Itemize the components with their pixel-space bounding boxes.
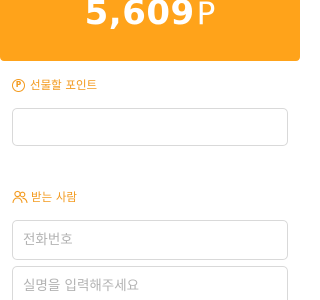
gift-points-label: P 선물할 포인트 [12,77,97,93]
points-balance: 5,609P [0,0,300,39]
gift-points-label-text: 선물할 포인트 [30,78,98,92]
points-balance-unit: P [196,0,216,32]
gift-points-page: 5,609P P 선물할 포인트 받는 사람 [0,0,300,300]
points-balance-number: 5,609 [84,0,195,33]
gift-points-input[interactable] [12,108,288,146]
people-icon [12,190,28,204]
recipient-label-text: 받는 사람 [31,190,77,204]
phone-number-input[interactable] [12,220,288,260]
points-circle-icon: P [12,78,25,92]
real-name-input[interactable] [12,266,288,300]
recipient-label: 받는 사람 [12,189,77,205]
points-balance-banner: 5,609P [0,0,300,61]
